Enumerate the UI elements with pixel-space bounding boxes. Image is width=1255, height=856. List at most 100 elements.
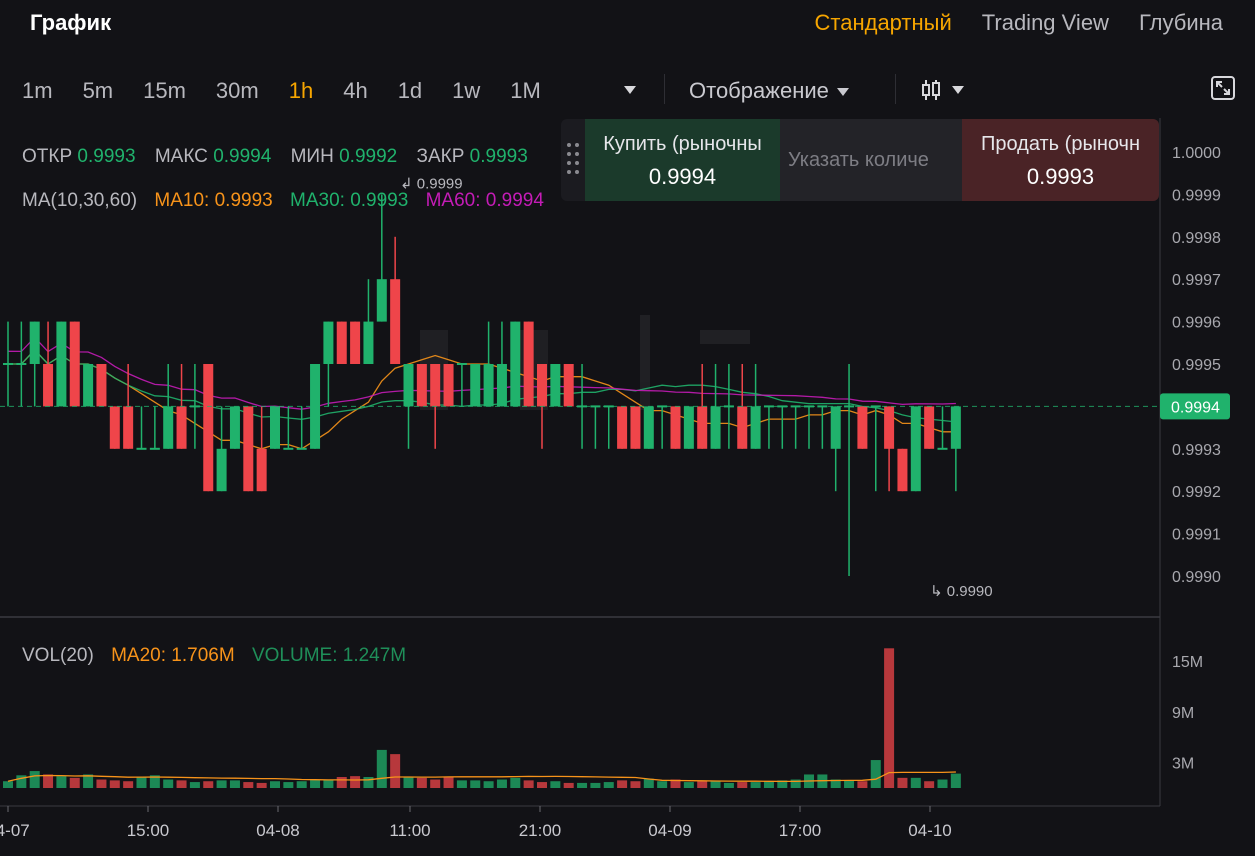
volume-bar <box>763 781 774 788</box>
ma30-value: MA30: 0.9993 <box>290 190 409 211</box>
volume-bar <box>216 780 227 788</box>
interval-4h[interactable]: 4h <box>343 78 367 104</box>
drag-handle-icon[interactable] <box>565 141 581 177</box>
buy-price: 0.9994 <box>648 164 717 189</box>
volume-bar <box>336 776 347 788</box>
time-tick-label: 17:00 <box>779 821 822 840</box>
candle-body <box>390 279 401 364</box>
chevron-down-icon <box>952 86 964 94</box>
price-tick-label: 0.9995 <box>1172 357 1221 374</box>
price-tick-label: 0.9996 <box>1172 315 1221 332</box>
volume-bar <box>283 782 294 788</box>
candle-body <box>643 406 654 449</box>
candle-body <box>884 406 895 449</box>
interval-1h[interactable]: 1h <box>289 78 313 104</box>
volume-bar <box>3 781 13 788</box>
price-tick-label: 0.9993 <box>1172 442 1221 459</box>
volume-bar <box>723 782 734 788</box>
interval-5m[interactable]: 5m <box>83 78 114 104</box>
candle-body <box>950 406 961 449</box>
time-tick-label: 15:00 <box>127 821 170 840</box>
volume-value: VOLUME: 1.247M <box>251 645 407 666</box>
candle-body <box>523 321 534 407</box>
ohlc-legend: ОТКР 0.9993 МАКС 0.9994 МИН 0.9992 ЗАКР … <box>22 146 542 168</box>
buy-label: Купить (рыночны <box>603 133 762 155</box>
market-sell-button[interactable]: Продать (рыночн 0.9993 <box>962 119 1159 201</box>
price-tick-label: 0.9998 <box>1172 230 1221 247</box>
candle-body <box>924 406 935 449</box>
volume-bar <box>270 781 280 788</box>
candle-body <box>737 406 748 449</box>
candle-body <box>270 406 280 449</box>
volume-bar <box>643 778 654 788</box>
volume-bar <box>43 774 54 788</box>
interval-1d[interactable]: 1d <box>398 78 422 104</box>
volume-bar <box>256 782 267 788</box>
volume-bar <box>870 760 881 788</box>
tab-depth[interactable]: Глубина <box>1139 10 1223 36</box>
volume-bar <box>924 781 935 788</box>
tab-standard[interactable]: Стандартный <box>815 10 952 36</box>
price-tick-label: 0.9999 <box>1172 187 1221 204</box>
interval-1w[interactable]: 1w <box>452 78 480 104</box>
candle-body <box>510 321 521 407</box>
interval-15m[interactable]: 15m <box>143 78 186 104</box>
candle-body <box>537 364 547 407</box>
fullscreen-button[interactable] <box>1210 75 1236 107</box>
price-tick-label: 1.0000 <box>1172 145 1221 162</box>
time-axis: 04-07 15:00 04-08 11:00 21:00 04-09 17:00 04-10 <box>0 806 952 840</box>
candle-body <box>96 364 107 407</box>
candlestick-icon <box>922 80 940 100</box>
candle-body <box>750 406 761 449</box>
volume-bar <box>657 781 668 788</box>
volume-bar <box>203 781 214 788</box>
volume-bar <box>123 781 134 788</box>
volume-bar <box>109 780 120 788</box>
candle-body <box>123 406 134 449</box>
volume-bar <box>456 780 467 788</box>
candle-body <box>416 364 427 407</box>
ma-label: MA(10,30,60) <box>22 190 138 211</box>
volume-bar <box>229 780 240 788</box>
candle-body <box>710 406 721 449</box>
tab-tradingview[interactable]: Trading View <box>982 10 1109 36</box>
price-tick-label: 0.9990 <box>1172 569 1221 586</box>
display-dropdown[interactable]: Отображение <box>689 78 849 104</box>
page-title: График <box>30 10 112 35</box>
interval-1m[interactable]: 1m <box>22 78 53 104</box>
volume-bar <box>683 782 694 788</box>
volume-bar <box>189 782 200 788</box>
candle-body <box>203 364 214 492</box>
candle-body <box>910 406 921 492</box>
ma10-line <box>8 348 956 450</box>
low-label: МИН <box>290 146 334 167</box>
interval-1M[interactable]: 1M <box>510 78 541 104</box>
chart-type-dropdown[interactable] <box>920 78 964 102</box>
candle-body <box>483 364 494 407</box>
moving-average-lines <box>7 336 956 450</box>
volume-bar <box>363 776 374 788</box>
candle-body <box>69 321 80 407</box>
interval-30m[interactable]: 30m <box>216 78 259 104</box>
volume-bar <box>617 780 628 788</box>
quick-trade-panel: Купить (рыночны 0.9994 Указать количе Пр… <box>561 119 1159 201</box>
volume-tick-label: 3M <box>1172 756 1194 773</box>
close-label: ЗАКР <box>416 146 465 167</box>
quantity-input[interactable]: Указать количе <box>780 119 962 201</box>
time-tick-label: 21:00 <box>519 821 562 840</box>
volume-bar <box>350 776 361 788</box>
more-intervals-caret-icon[interactable] <box>624 86 636 94</box>
toolbar-divider <box>664 74 665 104</box>
market-buy-button[interactable]: Купить (рыночны 0.9994 <box>585 119 780 201</box>
volume-bar <box>510 777 521 788</box>
candlestick-chart[interactable]: 1.0000 0.9999 0.9998 0.9997 0.9996 0.9995 0.99… <box>0 115 1255 856</box>
volume-bar <box>96 779 107 788</box>
candle-body <box>683 406 694 449</box>
volume-label: VOL(20) <box>22 645 94 666</box>
ma60-line <box>7 336 956 410</box>
candle-body <box>857 406 868 449</box>
candle-body <box>229 406 240 449</box>
volume-bar <box>243 782 254 788</box>
chevron-down-icon <box>836 88 849 97</box>
ma60-value: MA60: 0.9994 <box>425 190 544 211</box>
